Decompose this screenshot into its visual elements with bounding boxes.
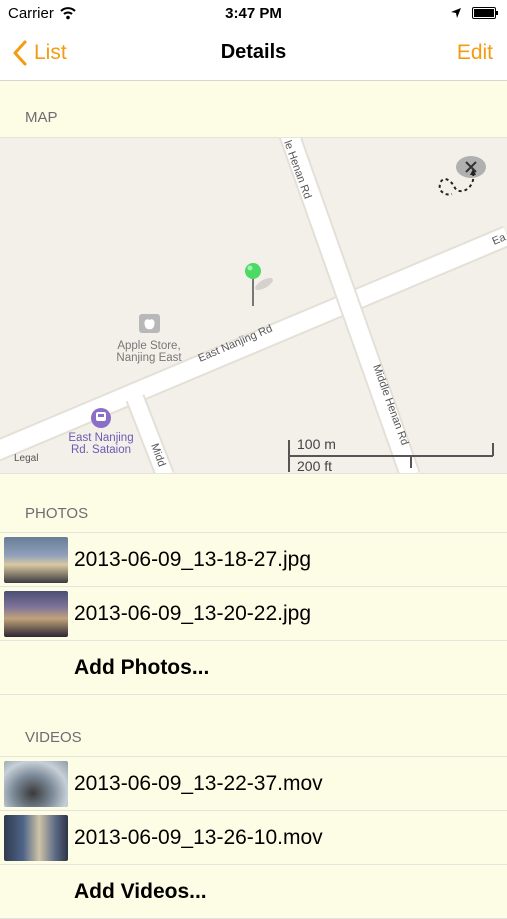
videos-section-label: VIDEOS: [25, 729, 82, 746]
video-filename: 2013-06-09_13-26-10.mov: [74, 825, 323, 849]
apple-store-label-line1: Apple Store,: [117, 340, 180, 352]
add-photos-row[interactable]: Add Photos...: [0, 641, 507, 695]
map-section-label: MAP: [25, 109, 58, 126]
photo-row[interactable]: 2013-06-09_13-18-27.jpg: [0, 533, 507, 587]
status-bar: Carrier 3:47 PM: [0, 0, 507, 28]
photo-row[interactable]: 2013-06-09_13-20-22.jpg: [0, 587, 507, 641]
video-thumbnail: [4, 760, 68, 807]
photos-list: 2013-06-09_13-18-27.jpg 2013-06-09_13-20…: [0, 532, 507, 695]
navigation-bar: List Details Edit: [0, 28, 507, 81]
photo-filename: 2013-06-09_13-20-22.jpg: [74, 601, 312, 625]
location-arrow-icon: [451, 8, 461, 18]
station-label-line2: Rd. Sataion: [71, 444, 131, 456]
map-pin[interactable]: [245, 263, 275, 306]
add-videos-row[interactable]: Add Videos...: [0, 865, 507, 919]
video-row[interactable]: 2013-06-09_13-26-10.mov: [0, 811, 507, 865]
add-photos-button[interactable]: Add Photos...: [0, 656, 209, 680]
map-view[interactable]: le Henan Rd East Nanjing Rd Middle Henan…: [0, 137, 507, 474]
status-time: 3:47 PM: [225, 5, 282, 22]
videos-section-header: VIDEOS: [0, 724, 507, 752]
route-badge[interactable]: [438, 156, 486, 196]
scale-imperial-label: 200 ft: [297, 458, 332, 474]
map-section-header: MAP: [0, 104, 507, 132]
station-label-line1: East Nanjing: [68, 432, 133, 444]
map-pin-icon: [245, 263, 261, 279]
photos-section-header: PHOTOS: [0, 500, 507, 528]
edit-button[interactable]: Edit: [457, 41, 493, 65]
photo-filename: 2013-06-09_13-18-27.jpg: [74, 547, 312, 571]
page-title: Details: [220, 41, 287, 63]
video-row[interactable]: 2013-06-09_13-22-37.mov: [0, 757, 507, 811]
videos-list: 2013-06-09_13-22-37.mov 2013-06-09_13-26…: [0, 756, 507, 919]
photos-section-label: PHOTOS: [25, 505, 89, 522]
photo-thumbnail: [4, 536, 68, 583]
apple-store-label-line2: Nanjing East: [116, 352, 182, 364]
apple-store-poi[interactable]: Apple Store, Nanjing East: [116, 314, 182, 364]
scale-metric-label: 100 m: [297, 436, 336, 452]
battery-icon: [472, 7, 498, 19]
video-filename: 2013-06-09_13-22-37.mov: [74, 771, 323, 795]
photo-thumbnail: [4, 590, 68, 637]
map-canvas: le Henan Rd East Nanjing Rd Middle Henan…: [0, 138, 507, 474]
map-legal-link[interactable]: Legal: [14, 453, 38, 464]
video-thumbnail: [4, 814, 68, 861]
battery-level: [474, 9, 494, 17]
